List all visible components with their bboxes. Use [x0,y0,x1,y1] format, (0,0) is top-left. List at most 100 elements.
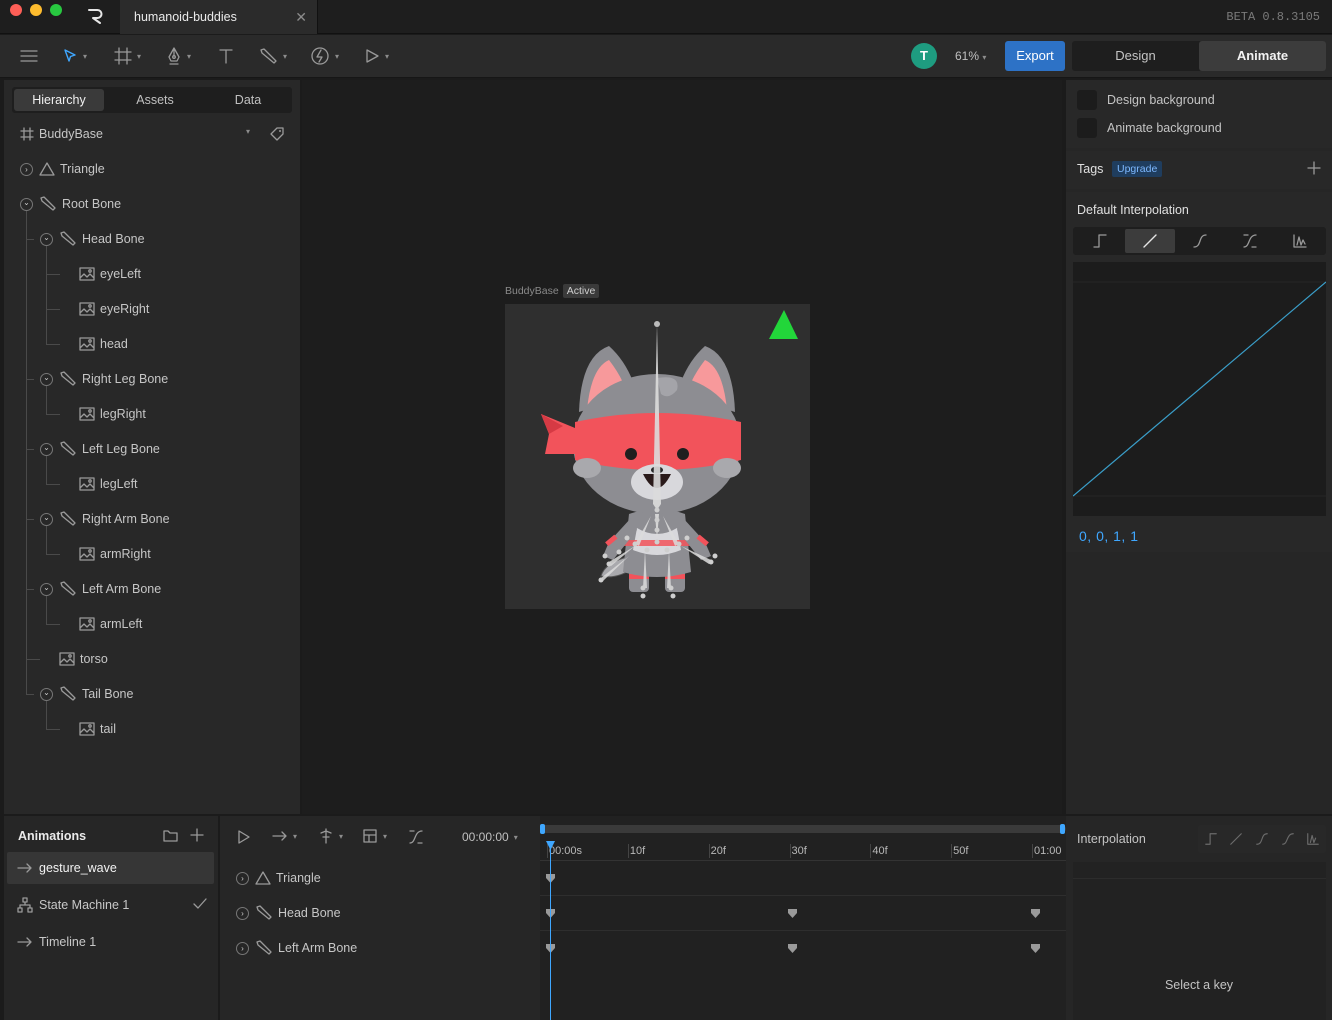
design-background-checkbox[interactable] [1077,90,1097,110]
upgrade-badge[interactable]: Upgrade [1112,161,1163,177]
play-tool-button[interactable]: ▾ [364,45,389,67]
tab-hierarchy[interactable]: Hierarchy [14,89,104,111]
image-icon [79,547,95,561]
interpolation-curve-editor[interactable] [1073,262,1326,516]
expand-chevron-icon[interactable]: › [236,906,249,920]
tree-guide [26,211,27,694]
tree-row-eyeleft[interactable]: eyeLeft [60,264,141,284]
export-button[interactable]: Export [1005,41,1065,71]
expand-chevron-icon[interactable]: › [236,871,249,885]
tree-row-right-leg-bone[interactable]: ⌄ Right Leg Bone [40,369,168,389]
cubic-interpolation-button[interactable] [1175,229,1225,253]
timeline-range-bar[interactable] [540,825,1066,833]
collapse-chevron-icon[interactable]: ⌄ [40,582,53,596]
tree-row-eyeright[interactable]: eyeRight [60,299,149,319]
range-end-handle[interactable] [1060,824,1065,834]
track-row-left-arm-bone[interactable]: › Left Arm Bone [236,938,357,958]
collapse-chevron-icon[interactable]: ⌄ [40,687,53,701]
hold-interpolation-button[interactable] [1075,229,1125,253]
animate-background-label: Animate background [1107,121,1222,135]
keyframe[interactable] [1030,908,1040,918]
minimize-window-button[interactable] [30,4,42,16]
chevron-down-icon[interactable]: ▾ [246,127,250,136]
checkmark-icon [193,898,207,910]
tree-row-left-leg-bone[interactable]: ⌄ Left Leg Bone [40,439,160,459]
close-tab-icon[interactable]: ✕ [295,10,307,24]
collapse-chevron-icon[interactable]: ⌄ [40,442,53,456]
animate-mode-tab[interactable]: Animate [1199,41,1326,71]
bone-tool-button[interactable]: ▾ [258,45,287,67]
playhead[interactable] [550,842,551,1020]
pen-tool-button[interactable]: ▾ [166,45,191,67]
collapse-chevron-icon[interactable]: ⌄ [40,372,53,386]
close-window-button[interactable] [10,4,22,16]
track-row-head-bone[interactable]: › Head Bone [236,903,341,923]
tree-row-triangle[interactable]: › Triangle [20,159,105,179]
custom-interpolation-button[interactable] [1275,229,1325,253]
linear-interpolation-button[interactable] [1125,229,1175,253]
collapse-chevron-icon[interactable]: ⌄ [40,232,53,246]
add-animation-icon[interactable] [190,828,204,842]
keyframe[interactable] [788,908,797,918]
maximize-window-button[interactable] [50,4,62,16]
tree-row-tail-bone[interactable]: ⌄ Tail Bone [40,684,133,704]
tree-row-legleft[interactable]: legLeft [60,474,138,494]
artboard[interactable] [505,304,810,609]
expand-chevron-icon[interactable]: › [236,941,249,955]
menu-icon[interactable] [20,45,38,67]
ruler-tick-label: 10f [629,845,646,857]
tree-row-armleft[interactable]: armLeft [60,614,142,634]
document-tab[interactable]: humanoid-buddies ✕ [120,0,318,34]
easing-icon[interactable] [408,829,424,845]
tree-row-right-arm-bone[interactable]: ⌄ Right Arm Bone [40,509,170,529]
folder-icon[interactable] [163,829,178,842]
design-mode-tab[interactable]: Design [1072,41,1199,71]
tab-data[interactable]: Data [204,87,292,113]
track-row-triangle[interactable]: › Triangle [236,868,321,888]
collapse-chevron-icon[interactable]: ⌄ [40,512,53,526]
artboard-root-row[interactable]: BuddyBase ▾ [20,124,290,144]
rive-logo-icon[interactable] [86,7,104,25]
procedural-tool-button[interactable]: ▾ [310,45,339,67]
procedural-icon [310,46,330,66]
image-icon [79,722,95,736]
select-tool-button[interactable]: ▾ [62,45,87,67]
tag-icon[interactable] [270,127,284,141]
tree-row-tail[interactable]: tail [60,719,116,739]
tree-row-left-arm-bone[interactable]: ⌄ Left Arm Bone [40,579,161,599]
tree-row-armright[interactable]: armRight [60,544,151,564]
track-separator [540,895,1066,896]
zoom-dropdown[interactable]: 61% ▾ [955,49,986,63]
add-tag-icon[interactable] [1307,161,1321,175]
collapse-chevron-icon[interactable]: ⌄ [20,197,33,211]
avatar[interactable]: T [911,43,937,69]
tree-row-head[interactable]: head [60,334,128,354]
tab-assets[interactable]: Assets [110,87,200,113]
tree-row-torso[interactable]: torso [40,649,108,669]
playhead-handle[interactable] [546,841,555,850]
tree-row-root-bone[interactable]: ⌄ Root Bone [20,194,121,214]
tree-row-head-bone[interactable]: ⌄ Head Bone [40,229,145,249]
timeline-area[interactable]: 00:00s 10f 20f 30f 40f 50f 01:00 [540,816,1066,1020]
artboard-tool-button[interactable]: ▾ [114,45,141,67]
tree-row-legright[interactable]: legRight [60,404,146,424]
keyframe[interactable] [788,943,797,953]
text-tool-button[interactable] [218,45,234,67]
animate-background-checkbox[interactable] [1077,118,1097,138]
keyframe[interactable] [1030,943,1040,953]
animation-item-timeline-1[interactable]: Timeline 1 [7,926,214,958]
timecode-dropdown[interactable]: 00:00:00 ▾ [462,830,518,844]
expand-chevron-icon[interactable]: › [20,162,33,176]
loop-mode-dropdown[interactable]: ▾ [272,830,297,842]
triangle-shape[interactable] [769,310,798,339]
animation-item-gesture-wave[interactable]: gesture_wave [7,852,214,884]
toolbar: ▾ ▾ ▾ ▾ ▾ ▾ T 61% ▾ Export Design Animat… [0,35,1332,78]
range-start-handle[interactable] [540,824,545,834]
chevron-down-icon: ▾ [83,51,88,61]
snap-dropdown[interactable]: ▾ [318,828,343,844]
elastic-interpolation-button[interactable] [1225,229,1275,253]
view-options-dropdown[interactable]: ▾ [362,828,387,844]
artboard-label[interactable]: BuddyBase Active [505,284,600,298]
play-button[interactable] [237,829,251,845]
animation-item-state-machine[interactable]: State Machine 1 [7,889,214,921]
